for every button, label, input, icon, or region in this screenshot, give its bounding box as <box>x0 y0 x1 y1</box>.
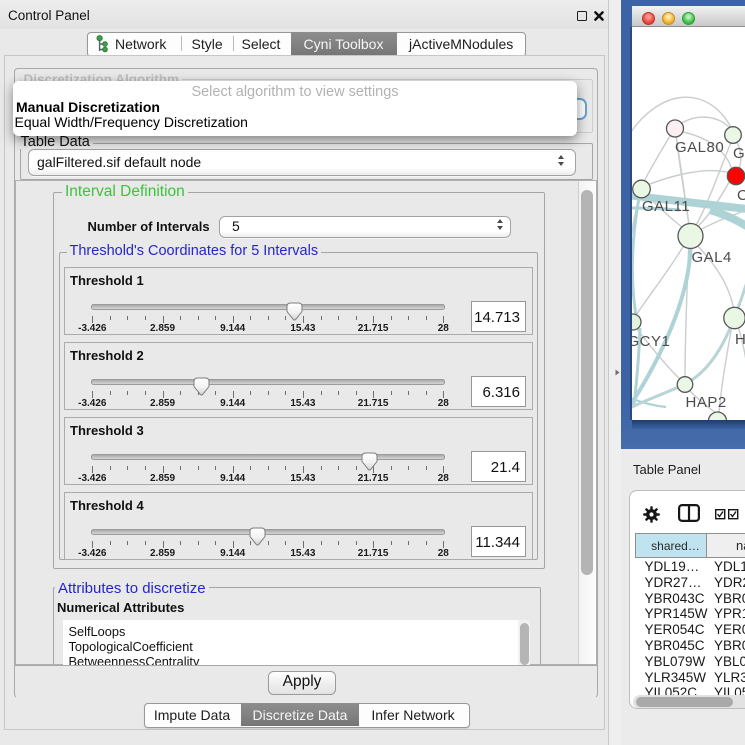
svg-text:HAP2: HAP2 <box>686 394 727 411</box>
svg-text:H: H <box>735 331 745 348</box>
svg-text:GAL11: GAL11 <box>642 198 690 215</box>
svg-text:GCY1: GCY1 <box>632 333 670 350</box>
svg-text:GA: GA <box>733 145 745 162</box>
svg-text:GAL4: GAL4 <box>692 249 732 266</box>
svg-text:GAL80: GAL80 <box>675 139 724 156</box>
svg-text:C: C <box>737 187 745 204</box>
